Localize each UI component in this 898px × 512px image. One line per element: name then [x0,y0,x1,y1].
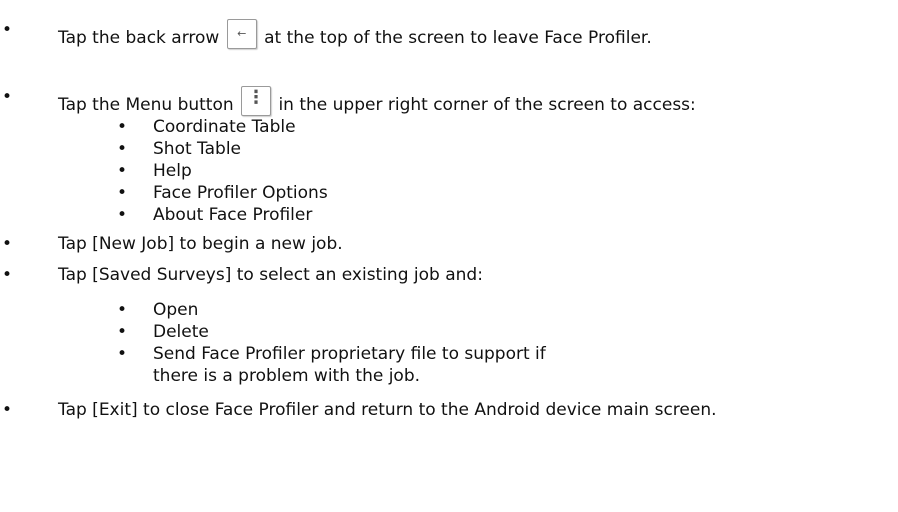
sub-bullet: • [117,205,128,225]
sub-bullet: • [117,139,128,159]
list-item-back-arrow: Tap the back arrow ← at the top of the s… [58,19,652,49]
sub-bullet: • [117,183,128,203]
sub-item-help: Help [153,161,192,181]
sub-bullet: • [117,344,128,364]
sub-item-open: Open [153,300,199,320]
bullet: • [2,400,13,420]
menu-icon: ⋮ [241,86,272,116]
list-item-saved-surveys: Tap [Saved Surveys] to select an existin… [58,265,483,285]
sub-bullet: • [117,117,128,137]
bullet: • [2,265,13,285]
sub-item-shot-table: Shot Table [153,139,241,159]
bullet: • [2,87,13,107]
sub-item-send-file-cont: there is a problem with the job. [153,366,421,386]
list-item-new-job: Tap [New Job] to begin a new job. [58,234,343,254]
item-text-after: in the upper right corner of the screen … [278,95,696,115]
item-text-before: Tap the back arrow [58,28,220,48]
bullet: • [2,234,13,254]
sub-bullet: • [117,300,128,320]
sub-bullet: • [117,161,128,181]
item-text-after: at the top of the screen to leave Face P… [264,28,652,48]
sub-item-send-file: Send Face Profiler proprietary file to s… [153,344,546,364]
list-item-exit: Tap [Exit] to close Face Profiler and re… [58,400,717,420]
sub-bullet: • [117,322,128,342]
sub-item-delete: Delete [153,322,209,342]
list-item-menu: Tap the Menu button ⋮ in the upper right… [58,86,696,116]
item-text-before: Tap the Menu button [58,95,234,115]
bullet: • [2,20,13,40]
back-arrow-icon: ← [226,19,257,49]
sub-item-options: Face Profiler Options [153,183,328,203]
sub-item-about: About Face Profiler [153,205,313,225]
sub-item-coordinate-table: Coordinate Table [153,117,296,137]
